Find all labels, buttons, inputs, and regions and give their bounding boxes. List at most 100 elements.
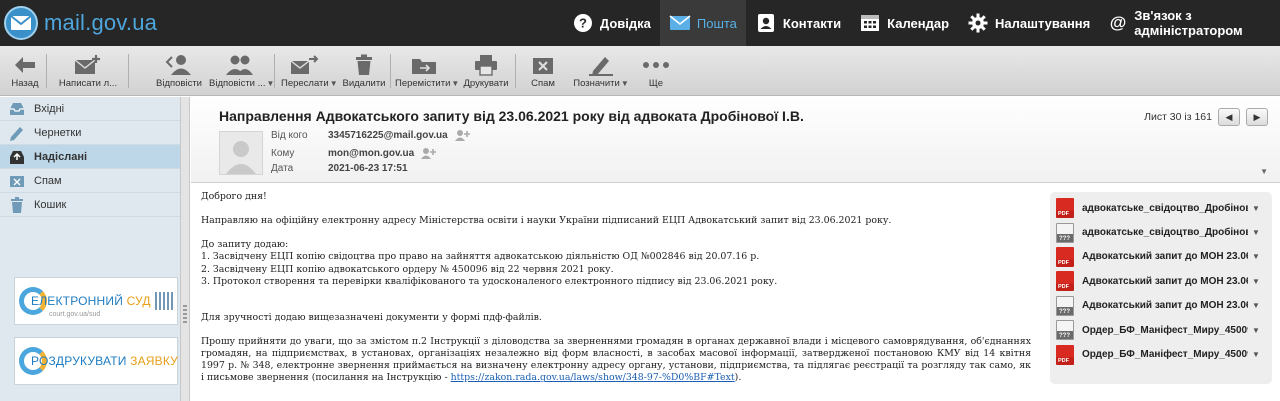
logo[interactable]: mail.gov.ua xyxy=(0,0,563,46)
to-address[interactable]: mon@mon.gov.ua xyxy=(328,148,414,159)
attachment-name[interactable]: Адвокатський запит до МОН 23.06.2021.pdf xyxy=(1082,251,1248,262)
chevron-down-icon[interactable]: ▼ xyxy=(1252,277,1260,286)
e-court-banner-text: ЕЛЕКТРОННИЙ СУД xyxy=(31,294,151,308)
date-row: Дата 2021-06-23 17:51 xyxy=(271,163,408,174)
attachment-item[interactable]: ??? адвокатське_свідоцтво_Дробінова.pdf.… xyxy=(1050,220,1272,244)
attachment-item[interactable]: PDF Адвокатський запит до МОН 23.06.2021… xyxy=(1050,269,1272,293)
attachment-item[interactable]: ??? Адвокатський запит до МОН 23.06.2021… xyxy=(1050,294,1272,318)
toolbar-divider xyxy=(390,54,391,88)
chevron-down-icon[interactable]: ▼ xyxy=(1252,204,1260,213)
print-button[interactable]: Друкувати xyxy=(462,52,510,89)
folder-drafts[interactable]: Чернетки xyxy=(0,121,180,145)
nav-calendar-label: Календар xyxy=(887,15,950,31)
print-request-banner[interactable]: РОЗДРУКУВАТИ ЗАЯВКУ xyxy=(14,337,178,385)
message-body: Доброго дня! Направляю на офіційну елект… xyxy=(191,184,1051,401)
mark-button[interactable]: Позначити▼ xyxy=(573,52,629,89)
to-row: Кому mon@mon.gov.ua xyxy=(271,147,437,159)
arrow-right-icon: ▶ xyxy=(1253,111,1261,122)
attachment-name[interactable]: адвокатське_свідоцтво_Дробінова.pdf xyxy=(1082,203,1248,214)
attachment-name[interactable]: Адвокатський запит до МОН 23.06.2021.pdf xyxy=(1082,276,1248,287)
nav-contacts[interactable]: Контакти xyxy=(746,0,850,46)
chevron-down-icon[interactable]: ▼ xyxy=(330,79,338,88)
toolbar-divider xyxy=(274,54,275,88)
reply-label: Відповісти xyxy=(156,78,202,89)
folder-inbox[interactable]: Вхідні xyxy=(0,97,180,121)
chevron-down-icon[interactable]: ▼ xyxy=(1252,228,1260,237)
nav-mail-label: Пошта xyxy=(696,15,737,31)
at-icon: @ xyxy=(1108,12,1128,34)
chevron-down-icon[interactable]: ▼ xyxy=(1252,350,1260,359)
qr-code-icon xyxy=(154,292,173,310)
reply-all-button[interactable]: Відповісти ...▼ xyxy=(209,52,274,89)
more-button[interactable]: Ще xyxy=(640,52,672,89)
toolbar-divider xyxy=(515,54,516,88)
printer-icon xyxy=(462,52,510,78)
spam-button[interactable]: Спам xyxy=(523,52,563,89)
delete-button[interactable]: Видалити xyxy=(340,52,388,89)
mark-label: Позначити xyxy=(573,78,620,89)
more-dots-icon xyxy=(640,52,672,78)
body-greeting: Доброго дня! xyxy=(201,191,267,202)
add-contact-icon[interactable] xyxy=(454,129,471,141)
folder-trash-label: Кошик xyxy=(34,198,67,211)
folder-sent[interactable]: Надіслані xyxy=(0,145,180,169)
chevron-down-icon[interactable]: ▼ xyxy=(451,79,459,88)
nav-settings-label: Налаштування xyxy=(995,15,1091,31)
spam-icon xyxy=(523,52,563,78)
pdf-file-icon: PDF xyxy=(1056,271,1074,292)
sidebar-splitter[interactable] xyxy=(180,97,190,401)
main-nav: ? Довідка Пошта Контакти Календар Налашт… xyxy=(563,0,1280,46)
folder-spam[interactable]: Спам xyxy=(0,169,180,193)
attachment-name[interactable]: адвокатське_свідоцтво_Дробінова.pdf.p7s xyxy=(1082,227,1248,238)
chevron-down-icon[interactable]: ▼ xyxy=(1252,301,1260,310)
from-address[interactable]: 3345716225@mail.gov.ua xyxy=(328,130,448,141)
attachment-name[interactable]: Ордер_БФ_Маніфест_Миру_450096.pdf.p7s xyxy=(1082,325,1248,336)
pdf-file-icon: PDF xyxy=(1056,344,1074,365)
from-row: Від кого 3345716225@mail.gov.ua xyxy=(271,129,471,141)
trash-icon xyxy=(8,196,26,213)
back-button[interactable]: Назад xyxy=(10,52,40,89)
body-list-item: 2. Засвідчену ЕЦП копію адвокатського ор… xyxy=(201,263,614,275)
sent-icon xyxy=(8,149,26,165)
add-contact-icon[interactable] xyxy=(421,147,437,159)
splitter-grip[interactable] xyxy=(183,305,187,325)
nav-contact-admin-label: Зв'язок з адміністратором xyxy=(1134,8,1243,38)
unknown-file-icon: ??? xyxy=(1056,222,1074,243)
instruction-link[interactable]: https://zakon.rada.gov.ua/laws/show/348-… xyxy=(451,372,735,383)
mail-logo-icon xyxy=(4,6,38,40)
folder-trash[interactable]: Кошик xyxy=(0,193,180,217)
attachment-item[interactable]: PDF адвокатське_свідоцтво_Дробінова.pdf … xyxy=(1050,196,1272,220)
next-message-button[interactable]: ▶ xyxy=(1246,108,1268,126)
to-label: Кому xyxy=(271,147,295,159)
attachment-name[interactable]: Ордер_БФ_Маніфест_Миру_450096.pdf xyxy=(1082,349,1248,360)
body-attach-intro: До запиту додаю: xyxy=(201,239,289,251)
chevron-down-icon[interactable]: ▼ xyxy=(1252,326,1260,335)
attachment-item[interactable]: ??? Ордер_БФ_Маніфест_Миру_450096.pdf.p7… xyxy=(1050,318,1272,342)
attachment-item[interactable]: PDF Адвокатський запит до МОН 23.06.2021… xyxy=(1050,245,1272,269)
attachment-item[interactable]: PDF Ордер_БФ_Маніфест_Миру_450096.pdf ▼ xyxy=(1050,342,1272,366)
chevron-down-icon[interactable]: ▼ xyxy=(1252,252,1260,261)
top-navigation-bar: mail.gov.ua ? Довідка Пошта Контакти Кал… xyxy=(0,0,1280,46)
message-date: 2021-06-23 17:51 xyxy=(328,163,408,174)
collapse-header-icon[interactable]: ▼ xyxy=(1260,167,1268,176)
nav-mail[interactable]: Пошта xyxy=(659,0,746,46)
e-court-banner[interactable]: ЕЛЕКТРОННИЙ СУД court.gov.ua/sud xyxy=(14,277,178,325)
forward-button[interactable]: Переслати▼ xyxy=(281,52,338,89)
nav-calendar[interactable]: Календар xyxy=(850,0,958,46)
move-button[interactable]: Перемістити▼ xyxy=(395,52,459,89)
chevron-down-icon[interactable]: ▼ xyxy=(621,79,629,88)
prev-message-button[interactable]: ◀ xyxy=(1218,108,1240,126)
body-intro: Направляю на офіційну електронну адресу … xyxy=(201,215,892,227)
attachment-name[interactable]: Адвокатський запит до МОН 23.06.2021.pdf… xyxy=(1082,300,1248,311)
contacts-icon xyxy=(755,12,777,34)
compose-button[interactable]: Написати л... xyxy=(56,52,120,89)
nav-contact-admin[interactable]: @ Зв'язок з адміністратором xyxy=(1099,0,1280,46)
nav-help-label: Довідка xyxy=(599,15,651,31)
calendar-icon xyxy=(859,12,881,34)
nav-help[interactable]: ? Довідка xyxy=(563,0,660,46)
svg-text:?: ? xyxy=(579,16,587,31)
nav-settings[interactable]: Налаштування xyxy=(958,0,1099,46)
spam-folder-icon xyxy=(8,173,26,189)
reply-button[interactable]: Відповісти xyxy=(155,52,203,89)
folder-sent-label: Надіслані xyxy=(34,150,88,163)
